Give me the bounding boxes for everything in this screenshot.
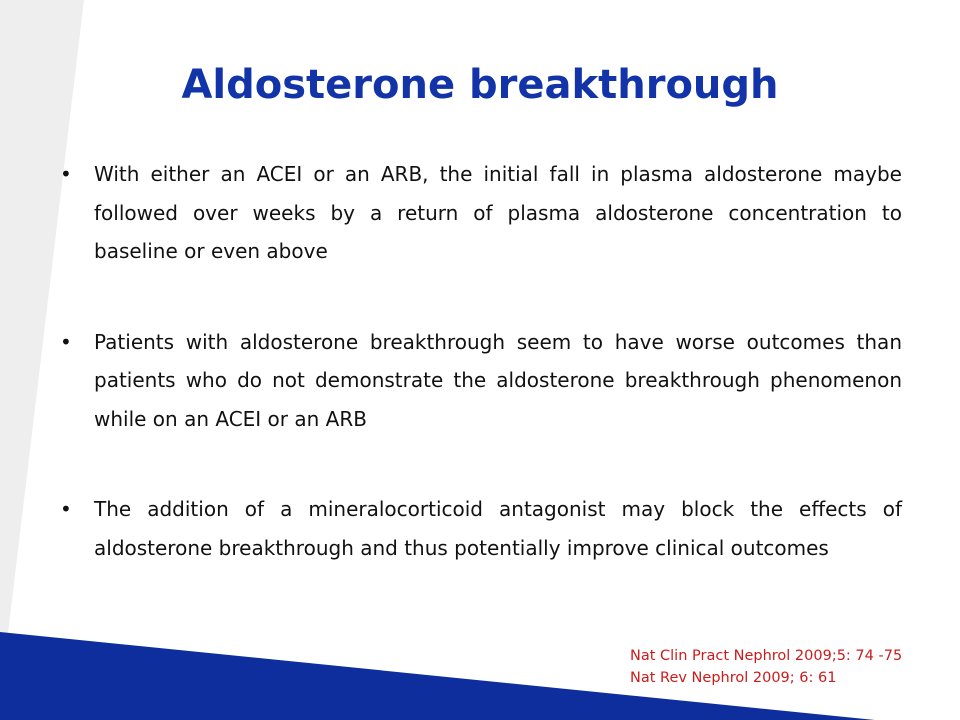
bullet-item: • The addition of a mineralocorticoid an… <box>60 490 902 567</box>
bullet-list: • With either an ACEI or an ARB, the ini… <box>60 155 902 567</box>
bullet-marker: • <box>60 162 72 186</box>
bullet-marker: • <box>60 329 72 354</box>
reference-line: Nat Rev Nephrol 2009; 6: 61 <box>630 670 837 686</box>
slide-title: Aldosterone breakthrough <box>181 62 779 108</box>
bullet-text: The addition of a mineralocorticoid anta… <box>94 497 902 560</box>
bullet-text: With either an ACEI or an ARB, the initi… <box>94 162 902 263</box>
bullet-item: • Patients with aldosterone breakthrough… <box>60 323 902 439</box>
bullet-text: Patients with aldosterone breakthrough s… <box>94 329 902 431</box>
slide: Aldosterone breakthrough • With either a… <box>0 0 960 720</box>
references: Nat Clin Pract Nephrol 2009;5: 74 -75 Na… <box>630 645 902 689</box>
reference-line: Nat Clin Pract Nephrol 2009;5: 74 -75 <box>630 648 903 664</box>
bullet-item: • With either an ACEI or an ARB, the ini… <box>60 155 902 271</box>
bullet-marker: • <box>60 497 72 521</box>
